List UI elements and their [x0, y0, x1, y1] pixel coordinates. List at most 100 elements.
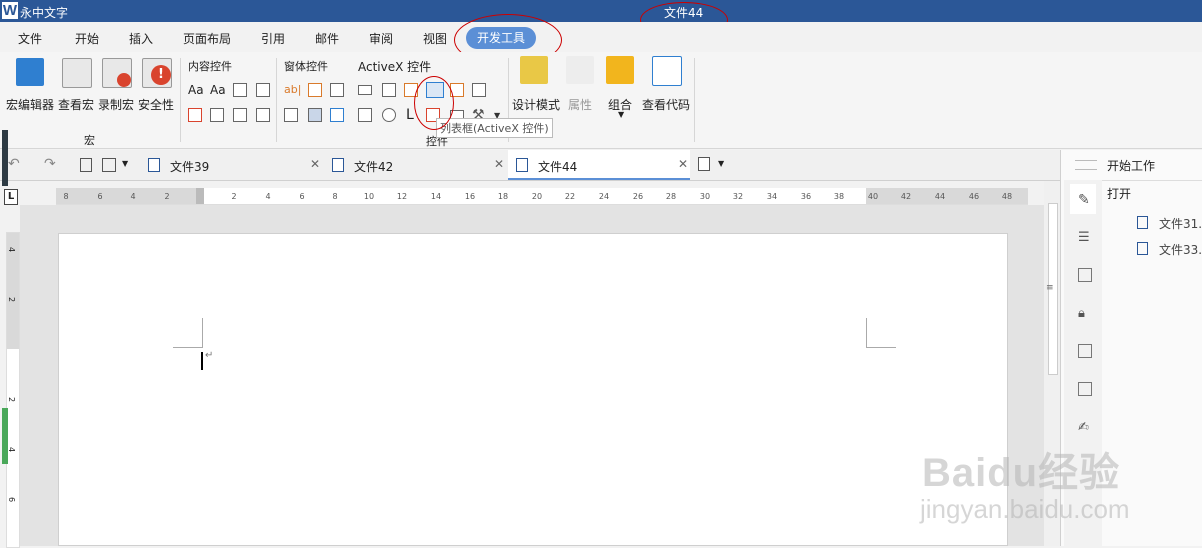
- ruler-tick: 16: [464, 192, 476, 201]
- document-tab-bar: ↶ ↷ ▼ 文件39 ✕ 文件42 ✕ 文件44 ✕ ▼: [0, 150, 1060, 181]
- view-code-icon[interactable]: [652, 56, 682, 86]
- chevron-down-icon[interactable]: ▼: [718, 159, 724, 168]
- horizontal-ruler[interactable]: 8 6 4 2 2 4 6 8 10 12 14 16 18 20 22 24 …: [56, 188, 1028, 205]
- activex-command-button-icon[interactable]: [358, 85, 372, 95]
- tab-review[interactable]: 审阅: [369, 30, 393, 47]
- reset-form-fields-icon[interactable]: [330, 108, 344, 122]
- clipboard-icon[interactable]: [1078, 344, 1092, 358]
- copy-icon[interactable]: [1078, 382, 1092, 396]
- lock-icon[interactable]: 🔒︎: [1078, 306, 1092, 321]
- record-macro-icon[interactable]: [102, 58, 132, 88]
- view-macros-icon[interactable]: [62, 58, 92, 88]
- document-icon: [148, 158, 160, 172]
- doc-tab-1[interactable]: 文件39 ✕: [148, 150, 320, 180]
- side-handle[interactable]: [2, 130, 8, 186]
- text-field-button[interactable]: ab|: [284, 83, 301, 96]
- tab-stop-selector[interactable]: L: [4, 189, 18, 205]
- activex-combobox-icon[interactable]: [382, 83, 396, 97]
- form-controls-label: 窗体控件: [284, 60, 328, 73]
- ruler-tick: 4: [130, 192, 136, 201]
- record-macro-button[interactable]: 录制宏: [98, 96, 134, 113]
- ruler-tick: 26: [632, 192, 644, 201]
- design-mode-icon[interactable]: [520, 56, 548, 84]
- sliders-icon[interactable]: ☰: [1078, 230, 1092, 245]
- doc-tab-2[interactable]: 文件42 ✕: [332, 150, 504, 180]
- chevron-down-icon[interactable]: ▼: [618, 110, 624, 119]
- document-page[interactable]: ↵: [58, 233, 1008, 546]
- view-code-button[interactable]: 查看代码: [642, 96, 690, 113]
- macro-editor-icon[interactable]: [16, 58, 44, 86]
- macro-editor-button[interactable]: 宏编辑器: [6, 96, 54, 113]
- tab-page-layout[interactable]: 页面布局: [183, 30, 231, 47]
- plain-text-control-button[interactable]: Aa: [210, 83, 226, 97]
- ruler-tick: 44: [934, 192, 946, 201]
- ruler-tick: 4: [7, 446, 17, 453]
- ruler-tick: 4: [7, 246, 17, 253]
- view-macros-button[interactable]: 查看宏: [58, 96, 94, 113]
- recent-file-link[interactable]: 文件33.: [1159, 241, 1202, 258]
- save-icon[interactable]: [102, 158, 116, 172]
- tab-file[interactable]: 文件: [18, 30, 42, 47]
- dropdown-list-icon[interactable]: [233, 108, 247, 122]
- date-picker-icon[interactable]: [256, 108, 270, 122]
- pencil-icon[interactable]: ✎: [1078, 192, 1092, 208]
- picture-control-icon[interactable]: [233, 83, 247, 97]
- doc-tab-label: 文件42: [354, 160, 394, 174]
- ruler-tick: 36: [800, 192, 812, 201]
- undo-icon[interactable]: ↶: [8, 156, 20, 172]
- activex-option-button-icon[interactable]: [382, 108, 396, 122]
- design-mode-button[interactable]: 设计模式: [512, 96, 560, 113]
- activex-label-icon[interactable]: L: [406, 107, 414, 123]
- doc-tab-label: 文件44: [538, 160, 578, 174]
- group-divider: [180, 58, 181, 142]
- side-handle[interactable]: [2, 408, 8, 464]
- ruler-tick: 6: [299, 192, 305, 201]
- tab-home[interactable]: 开始: [75, 30, 99, 47]
- menu-bar: 文件 开始 插入 页面布局 引用 邮件 审阅 视图: [0, 22, 1202, 52]
- new-tab-icon[interactable]: [698, 157, 710, 171]
- checkbox-control-icon[interactable]: [188, 108, 202, 122]
- doc-tab-label: 文件39: [170, 160, 210, 174]
- ruler-tick: 2: [7, 296, 17, 303]
- chevron-down-icon[interactable]: ▼: [122, 159, 128, 168]
- edit-icon[interactable]: ✍: [1078, 420, 1092, 435]
- watermark-url: jingyan.baidu.com: [920, 494, 1130, 524]
- ruler-tick: 24: [598, 192, 610, 201]
- form-checkbox-icon[interactable]: [308, 83, 322, 97]
- close-icon[interactable]: ✕: [678, 157, 688, 171]
- ruler-tick: 2: [164, 192, 170, 201]
- activex-spin-button-icon[interactable]: [472, 83, 486, 97]
- task-pane-title: 开始工作: [1107, 159, 1156, 173]
- annotation-ellipse: [414, 76, 454, 130]
- tab-view[interactable]: 视图: [423, 30, 447, 47]
- group-icon[interactable]: [606, 56, 634, 84]
- close-icon[interactable]: ✕: [494, 157, 504, 171]
- insert-frame-icon[interactable]: [284, 108, 298, 122]
- redo-icon[interactable]: ↷: [44, 156, 56, 172]
- form-field-shading-icon[interactable]: [308, 108, 322, 122]
- security-button[interactable]: 安全性: [138, 96, 174, 113]
- tab-references[interactable]: 引用: [261, 30, 285, 47]
- menu-icon[interactable]: [1075, 160, 1097, 170]
- title-bar: W 永中文字 文件44: [0, 0, 1202, 22]
- tab-mailings[interactable]: 邮件: [315, 30, 339, 47]
- building-block-icon[interactable]: [256, 83, 270, 97]
- rich-text-control-button[interactable]: Aa: [188, 83, 204, 97]
- margin-corner-mark: [866, 347, 896, 348]
- tab-insert[interactable]: 插入: [129, 30, 153, 47]
- activex-scrollbar-icon[interactable]: [358, 108, 372, 122]
- vertical-ruler[interactable]: 4 2 2 4 6: [6, 232, 20, 548]
- indent-marker[interactable]: [196, 188, 204, 204]
- ruler-tick: 38: [833, 192, 845, 201]
- print-preview-icon[interactable]: [80, 158, 92, 172]
- close-icon[interactable]: ✕: [310, 157, 320, 171]
- ruler-margin-left: [56, 188, 200, 204]
- form-dropdown-icon[interactable]: [330, 83, 344, 97]
- combo-box-icon[interactable]: [210, 108, 224, 122]
- recent-file-link[interactable]: 文件31.: [1159, 215, 1202, 232]
- activex-controls-label: ActiveX 控件: [358, 60, 432, 74]
- open-section-label[interactable]: 打开: [1107, 185, 1131, 202]
- security-icon[interactable]: !: [142, 58, 172, 88]
- outline-icon[interactable]: [1078, 268, 1092, 282]
- doc-tab-3-active[interactable]: 文件44 ✕: [508, 150, 690, 180]
